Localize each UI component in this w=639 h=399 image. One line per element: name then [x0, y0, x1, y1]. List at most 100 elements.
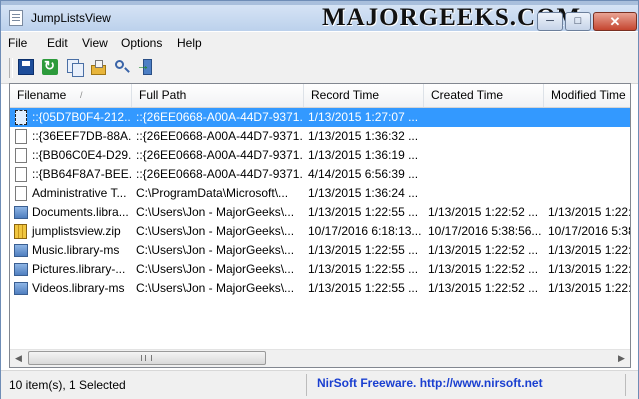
table-row[interactable]: jumplistsview.zip C:\Users\Jon - MajorGe… [10, 222, 631, 241]
cell-created-time [424, 108, 542, 127]
table-row[interactable]: Pictures.library-... C:\Users\Jon - Majo… [10, 260, 631, 279]
cell-record-time: 1/13/2015 1:27:07 ... [308, 110, 419, 124]
table-row[interactable]: Documents.libra... C:\Users\Jon - MajorG… [10, 203, 631, 222]
toolbar-grip [9, 58, 13, 78]
toolbar [1, 53, 638, 84]
properties-icon[interactable] [91, 59, 107, 75]
column-header-full-path[interactable]: Full Path [132, 84, 304, 107]
cell-filename: ::{05D7B0F4-212... [32, 110, 131, 124]
cell-record-time: 4/14/2015 6:56:39 ... [308, 167, 419, 181]
maximize-button[interactable]: □ [565, 12, 591, 31]
sort-indicator-icon: / [80, 90, 83, 100]
table-row[interactable]: ::{BB64F8A7-BEE... ::{26EE0668-A00A-44D7… [10, 165, 630, 184]
refresh-icon[interactable] [42, 58, 58, 75]
title-bar[interactable]: JumpListsView MAJORGEEKS.COM ─ □ ✕ [1, 1, 638, 31]
table-row[interactable]: ::{BB06C0E4-D29... ::{26EE0668-A00A-44D7… [10, 146, 630, 165]
cell-modified-time: 1/13/2015 1:22:5 [548, 243, 631, 257]
cell-modified-time [544, 165, 630, 184]
app-window: JumpListsView MAJORGEEKS.COM ─ □ ✕ File … [0, 0, 639, 399]
window-title: JumpListsView [31, 11, 111, 25]
cell-filename: Administrative T... [32, 186, 127, 200]
cell-record-time: 1/13/2015 1:22:55 ... [308, 262, 419, 276]
table-row[interactable]: Music.library-ms C:\Users\Jon - MajorGee… [10, 241, 631, 260]
cell-full-path: C:\Users\Jon - MajorGeeks\... [136, 262, 295, 276]
column-header-created-time[interactable]: Created Time [424, 84, 544, 107]
close-button[interactable]: ✕ [593, 12, 637, 31]
column-header-label: Filename [17, 88, 67, 102]
menu-help[interactable]: Help [177, 36, 202, 50]
column-header-filename[interactable]: Filename / [10, 84, 132, 107]
cell-full-path: ::{26EE0668-A00A-44D7-9371... [136, 167, 302, 181]
column-header-label: Full Path [139, 88, 187, 102]
column-header-label: Created Time [431, 88, 504, 102]
table-row[interactable]: Videos.library-ms C:\Users\Jon - MajorGe… [10, 279, 630, 298]
cell-created-time: 1/13/2015 1:22:52 ... [428, 262, 539, 276]
cell-record-time: 1/13/2015 1:36:19 ... [308, 148, 419, 162]
grip-icon [141, 355, 152, 361]
menu-options[interactable]: Options [121, 36, 162, 50]
table-row[interactable]: ::{05D7B0F4-212... ::{26EE0668-A00A-44D7… [10, 108, 630, 127]
cell-full-path: C:\Users\Jon - MajorGeeks\... [136, 243, 295, 257]
cell-created-time: 1/13/2015 1:22:52 ... [428, 281, 539, 295]
maximize-icon: □ [574, 15, 582, 27]
app-icon [9, 10, 23, 26]
close-icon: ✕ [609, 14, 621, 29]
horizontal-scrollbar[interactable]: ◀ ▶ [10, 349, 630, 367]
menu-file[interactable]: File [8, 36, 27, 50]
cell-created-time [424, 165, 542, 184]
nirsoft-link[interactable]: NirSoft Freeware. http://www.nirsoft.net [317, 376, 543, 390]
menu-edit[interactable]: Edit [47, 36, 68, 50]
cell-created-time: 10/17/2016 5:38:56... [428, 224, 542, 238]
cell-full-path: C:\ProgramData\Microsoft\... [136, 186, 289, 200]
cell-record-time: 10/17/2016 6:18:13... [308, 224, 422, 238]
find-icon[interactable] [114, 59, 130, 75]
scroll-right-icon[interactable]: ▶ [613, 350, 630, 367]
cell-record-time: 1/13/2015 1:22:55 ... [308, 205, 419, 219]
scrollbar-thumb[interactable] [28, 351, 266, 365]
cell-record-time: 1/13/2015 1:22:55 ... [308, 243, 419, 257]
cell-filename: ::{36EEF7DB-88A... [32, 129, 131, 143]
cell-created-time [424, 184, 542, 203]
cell-modified-time: 10/17/2016 5:38 [548, 224, 631, 238]
jump-list-table[interactable]: Filename / Full Path Record Time Created… [9, 83, 631, 368]
column-header-record-time[interactable]: Record Time [304, 84, 424, 107]
cell-record-time: 1/13/2015 1:36:32 ... [308, 129, 419, 143]
cell-filename: Documents.libra... [32, 205, 129, 219]
cell-filename: Videos.library-ms [32, 281, 125, 295]
status-item-count: 10 item(s), 1 Selected [9, 378, 126, 392]
menu-bar: File Edit View Options Help [1, 32, 638, 53]
cell-full-path: C:\Users\Jon - MajorGeeks\... [136, 205, 295, 219]
minimize-icon: ─ [546, 15, 554, 27]
cell-created-time: 1/13/2015 1:22:52 ... [428, 243, 539, 257]
cell-record-time: 1/13/2015 1:22:55 ... [308, 281, 419, 295]
scroll-left-icon[interactable]: ◀ [10, 350, 27, 367]
table-row[interactable]: ::{36EEF7DB-88A... ::{26EE0668-A00A-44D7… [10, 127, 630, 146]
cell-created-time [424, 146, 542, 165]
cell-modified-time: 1/13/2015 1:22:5 [548, 262, 631, 276]
cell-modified-time [544, 184, 630, 203]
table-header: Filename / Full Path Record Time Created… [10, 84, 630, 108]
cell-full-path: ::{26EE0668-A00A-44D7-9371... [136, 110, 302, 124]
table-row[interactable]: Administrative T... C:\ProgramData\Micro… [10, 184, 630, 203]
cell-modified-time [544, 108, 630, 127]
column-header-label: Modified Time [551, 88, 626, 102]
status-divider [625, 374, 626, 396]
menu-view[interactable]: View [82, 36, 108, 50]
column-header-modified-time[interactable]: Modified Time [544, 84, 630, 107]
cell-record-time: 1/13/2015 1:36:24 ... [308, 186, 419, 200]
cell-filename: ::{BB06C0E4-D29... [32, 148, 131, 162]
copy-icon[interactable] [67, 59, 84, 77]
cell-created-time: 1/13/2015 1:22:52 ... [428, 205, 539, 219]
exit-icon[interactable] [136, 57, 153, 75]
column-header-label: Record Time [311, 88, 380, 102]
cell-full-path: C:\Users\Jon - MajorGeeks\... [136, 281, 295, 295]
cell-full-path: C:\Users\Jon - MajorGeeks\... [136, 224, 295, 238]
cell-filename: jumplistsview.zip [32, 224, 121, 238]
status-bar: 10 item(s), 1 Selected NirSoft Freeware.… [1, 370, 638, 399]
cell-modified-time: 1/13/2015 1:22:5 [548, 205, 631, 219]
cell-created-time [424, 127, 542, 146]
cell-filename: Pictures.library-... [32, 262, 126, 276]
status-divider [306, 374, 307, 396]
save-icon[interactable] [18, 59, 34, 75]
minimize-button[interactable]: ─ [537, 12, 563, 31]
